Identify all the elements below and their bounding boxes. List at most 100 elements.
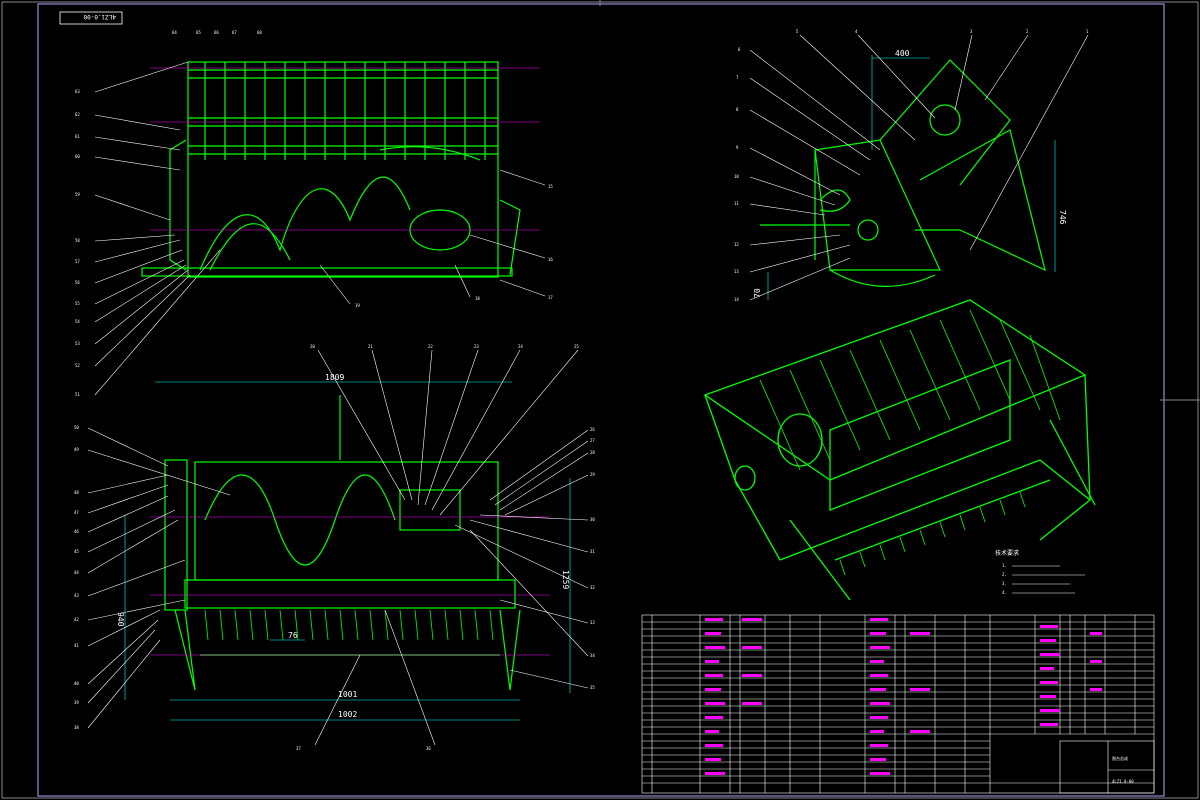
tech-req-1: 1. [1002,563,1007,568]
label-44: 44 [74,570,79,575]
label-5: 5 [796,29,799,34]
label-53: 53 [75,341,80,346]
label-13: 13 [734,269,739,274]
top-left-drive [164,459,188,611]
label-67: 67 [232,30,237,35]
label-26: 26 [590,427,595,432]
label-17: 17 [548,295,553,300]
left-drive-front [169,139,187,271]
side-leaders [749,34,1089,301]
top-dim-1259: 1259 [561,570,570,589]
label-65: 65 [196,30,201,35]
iso-auger-trough [829,359,1011,511]
iso-tines [759,309,1061,576]
label-46: 46 [74,529,79,534]
label-21: 21 [368,344,373,349]
label-24: 24 [518,344,523,349]
label-35: 35 [590,685,595,690]
label-48: 48 [74,490,79,495]
drawing-code-top: 4LZ1.0-00 [83,13,116,20]
top-labels-right: 26 27 28 29 30 31 32 33 34 35 [590,427,595,690]
isometric-view [703,299,1096,601]
top-centerlines [150,516,550,656]
label-4: 4 [855,29,858,34]
auger-spiral-front [199,176,411,271]
outer-frame [1,1,1199,799]
top-labels-top: 20 21 22 23 24 25 [310,344,579,349]
label-49: 49 [74,447,79,452]
top-dim-1809: 1809 [325,373,344,382]
cad-drawing: 4LZ1.0-00 63 62 61 60 59 58 57 56 55 54 … [1,0,1200,799]
top-dim-1001: 1001 [338,690,357,699]
front-labels-left: 63 62 61 60 59 58 57 56 55 54 53 52 51 [75,89,80,397]
label-59: 59 [75,192,80,197]
iso-top-frame [703,299,1087,481]
top-cutter-teeth [204,609,494,641]
label-11: 11 [734,201,739,206]
reel-tines [204,62,486,160]
label-40: 40 [74,681,79,686]
label-27: 27 [590,438,595,443]
label-63: 63 [75,89,80,94]
tech-req-3: 3. [1002,581,1007,586]
cutter-bar-front [141,267,513,277]
tech-req-2: 2. [1002,572,1007,577]
iso-left-divider [789,519,851,601]
label-52: 52 [75,363,80,368]
top-right-divider [499,609,521,691]
tech-req-4: 4. [1002,590,1007,595]
label-31: 31 [590,549,595,554]
label-61: 61 [75,134,80,139]
label-51: 51 [75,392,80,397]
iso-drive-wheel [777,413,823,467]
label-42: 42 [74,617,79,622]
label-1: 1 [1086,29,1089,34]
side-dim-right: 746 [1058,210,1067,225]
label-41: 41 [74,643,79,648]
drawing-code-bottom: 4LZ1.0-00 [1112,779,1134,784]
tech-req-lines [1012,565,1085,594]
side-dim-top: 400 [895,49,910,58]
top-labels-bottom: 37 36 [296,746,431,751]
label-38: 38 [74,725,79,730]
reel-hub-side [929,104,961,136]
label-54: 54 [75,319,80,324]
label-14: 14 [734,297,739,302]
side-labels-top: 6 5 4 3 2 1 [738,29,1089,52]
side-divider-front [499,199,521,276]
label-60: 60 [75,154,80,159]
label-30: 30 [590,517,595,522]
top-labels-left: 50 49 48 47 46 45 44 43 42 41 40 39 38 [74,425,79,730]
front-view [141,61,521,278]
label-39: 39 [74,700,79,705]
iso-right-edge [1039,374,1091,541]
label-43: 43 [74,593,79,598]
side-view [760,59,1046,287]
label-18: 18 [475,296,480,301]
top-dims [124,381,571,721]
label-47: 47 [74,510,79,515]
top-dim-1002: 1002 [338,710,357,719]
parts-list-fill [705,618,1102,775]
title-block-name: 割台总成 [1112,755,1128,761]
top-left-divider [174,609,196,691]
label-36: 36 [426,746,431,751]
drive-sprocket-side [819,189,851,212]
front-labels-right: 15 16 17 18 19 [355,184,553,308]
label-34: 34 [590,653,595,658]
label-68: 68 [257,30,262,35]
label-37: 37 [296,746,301,751]
label-58: 58 [75,238,80,243]
top-view [164,395,521,691]
label-2: 2 [1026,29,1029,34]
top-leaders [87,349,589,746]
label-66: 66 [214,30,219,35]
label-6: 6 [738,47,741,52]
label-32: 32 [590,585,595,590]
iso-shaft-end [734,465,756,491]
label-50: 50 [74,425,79,430]
label-8: 8 [736,107,739,112]
top-dim-76: 76 [288,631,298,640]
tech-req-title: 技术要求 [995,549,1019,557]
label-64: 64 [172,30,177,35]
